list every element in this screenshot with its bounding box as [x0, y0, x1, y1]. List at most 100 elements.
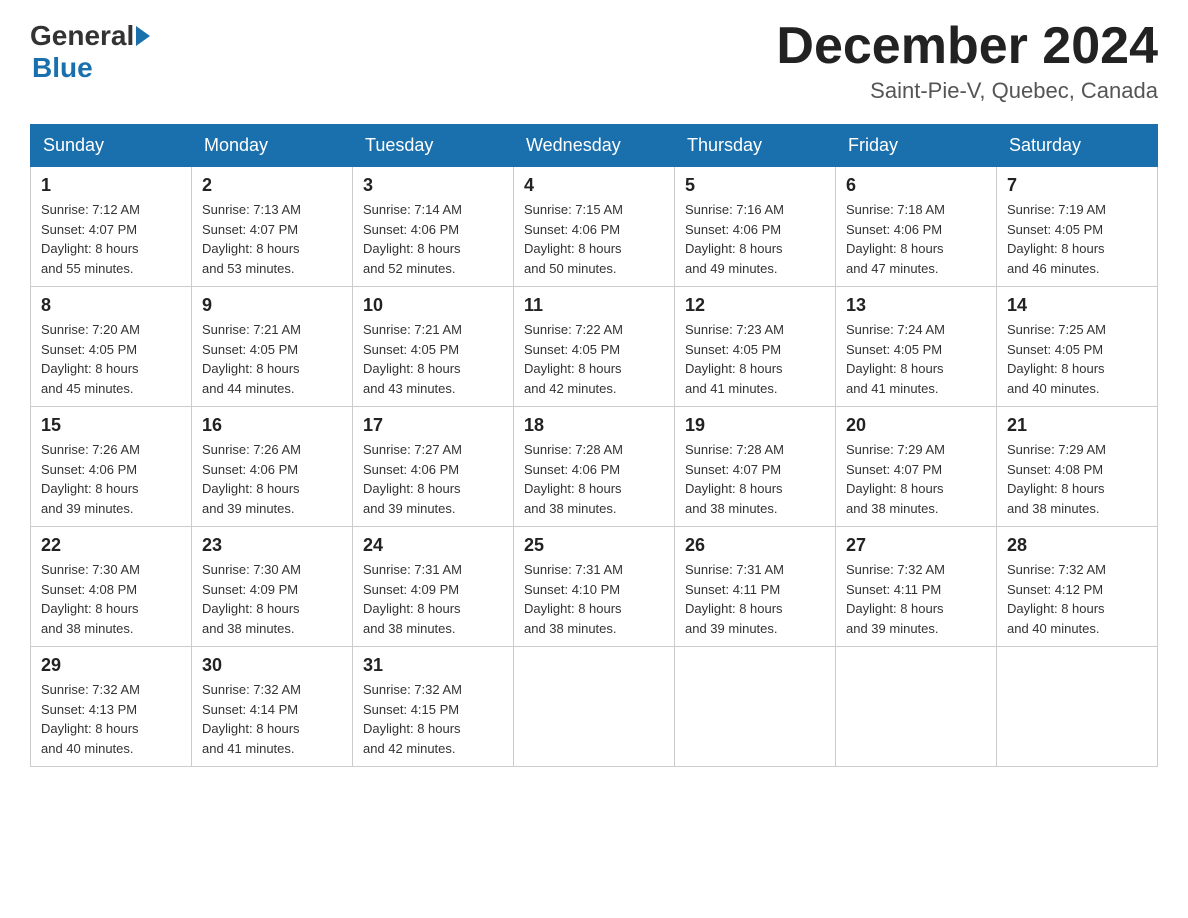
day-cell-17: 17Sunrise: 7:27 AMSunset: 4:06 PMDayligh… — [353, 407, 514, 527]
day-number: 5 — [685, 175, 825, 196]
day-info: Sunrise: 7:28 AMSunset: 4:06 PMDaylight:… — [524, 440, 664, 518]
day-cell-23: 23Sunrise: 7:30 AMSunset: 4:09 PMDayligh… — [192, 527, 353, 647]
day-number: 19 — [685, 415, 825, 436]
day-info: Sunrise: 7:12 AMSunset: 4:07 PMDaylight:… — [41, 200, 181, 278]
day-cell-24: 24 Sunrise: 7:31 AMSunset: 4:09 PMDayligh… — [353, 527, 514, 647]
day-info: Sunrise: 7:32 AMSunset: 4:11 PMDaylight:… — [846, 560, 986, 638]
weekday-header-tuesday: Tuesday — [353, 125, 514, 167]
day-number: 29 — [41, 655, 181, 676]
day-info: Sunrise: 7:25 AMSunset: 4:05 PMDaylight:… — [1007, 320, 1147, 398]
day-cell-31: 31 Sunrise: 7:32 AMSunset: 4:15 PMDayligh… — [353, 647, 514, 767]
day-number: 12 — [685, 295, 825, 316]
day-cell-8: 8 Sunrise: 7:20 AMSunset: 4:05 PMDaylight… — [31, 287, 192, 407]
day-cell-9: 9 Sunrise: 7:21 AMSunset: 4:05 PMDaylight… — [192, 287, 353, 407]
day-info: Sunrise: 7:19 AMSunset: 4:05 PMDaylight:… — [1007, 200, 1147, 278]
day-cell-4: 4 Sunrise: 7:15 AMSunset: 4:06 PMDaylight… — [514, 167, 675, 287]
day-number: 22 — [41, 535, 181, 556]
day-info: Sunrise: 7:32 AMSunset: 4:12 PMDaylight:… — [1007, 560, 1147, 638]
day-cell-25: 25 Sunrise: 7:31 AMSunset: 4:10 PMDayligh… — [514, 527, 675, 647]
day-cell-19: 19 Sunrise: 7:28 AMSunset: 4:07 PMDayligh… — [675, 407, 836, 527]
day-cell-18: 18 Sunrise: 7:28 AMSunset: 4:06 PMDayligh… — [514, 407, 675, 527]
week-row-3: 15 Sunrise: 7:26 AMSunset: 4:06 PMDayligh… — [31, 407, 1158, 527]
day-info: Sunrise: 7:26 AMSunset: 4:06 PMDaylight:… — [202, 440, 342, 518]
day-info: Sunrise: 7:22 AMSunset: 4:05 PMDaylight:… — [524, 320, 664, 398]
weekday-header-thursday: Thursday — [675, 125, 836, 167]
day-cell-22: 22 Sunrise: 7:30 AMSunset: 4:08 PMDayligh… — [31, 527, 192, 647]
day-number: 13 — [846, 295, 986, 316]
day-number: 9 — [202, 295, 342, 316]
empty-cell — [836, 647, 997, 767]
day-number: 8 — [41, 295, 181, 316]
day-info: Sunrise: 7:13 AMSunset: 4:07 PMDaylight:… — [202, 200, 342, 278]
day-cell-5: 5 Sunrise: 7:16 AMSunset: 4:06 PMDaylight… — [675, 167, 836, 287]
logo-general-text: General — [30, 20, 134, 52]
weekday-header-monday: Monday — [192, 125, 353, 167]
day-number: 18 — [524, 415, 664, 436]
empty-cell — [675, 647, 836, 767]
calendar-header: SundayMondayTuesdayWednesdayThursdayFrid… — [31, 125, 1158, 167]
day-info: Sunrise: 7:29 AMSunset: 4:07 PMDaylight:… — [846, 440, 986, 518]
day-number: 31 — [363, 655, 503, 676]
day-cell-12: 12 Sunrise: 7:23 AMSunset: 4:05 PMDayligh… — [675, 287, 836, 407]
day-info: Sunrise: 7:30 AMSunset: 4:08 PMDaylight:… — [41, 560, 181, 638]
day-cell-30: 30Sunrise: 7:32 AMSunset: 4:14 PMDayligh… — [192, 647, 353, 767]
day-number: 24 — [363, 535, 503, 556]
day-info: Sunrise: 7:32 AMSunset: 4:15 PMDaylight:… — [363, 680, 503, 758]
week-row-4: 22 Sunrise: 7:30 AMSunset: 4:08 PMDayligh… — [31, 527, 1158, 647]
day-info: Sunrise: 7:21 AMSunset: 4:05 PMDaylight:… — [202, 320, 342, 398]
day-number: 16 — [202, 415, 342, 436]
day-cell-15: 15 Sunrise: 7:26 AMSunset: 4:06 PMDayligh… — [31, 407, 192, 527]
day-cell-20: 20 Sunrise: 7:29 AMSunset: 4:07 PMDayligh… — [836, 407, 997, 527]
day-info: Sunrise: 7:31 AMSunset: 4:11 PMDaylight:… — [685, 560, 825, 638]
empty-cell — [514, 647, 675, 767]
day-number: 17 — [363, 415, 503, 436]
week-row-1: 1Sunrise: 7:12 AMSunset: 4:07 PMDaylight… — [31, 167, 1158, 287]
day-info: Sunrise: 7:14 AMSunset: 4:06 PMDaylight:… — [363, 200, 503, 278]
day-number: 23 — [202, 535, 342, 556]
weekday-header-friday: Friday — [836, 125, 997, 167]
day-cell-13: 13 Sunrise: 7:24 AMSunset: 4:05 PMDayligh… — [836, 287, 997, 407]
day-cell-16: 16 Sunrise: 7:26 AMSunset: 4:06 PMDayligh… — [192, 407, 353, 527]
day-number: 21 — [1007, 415, 1147, 436]
day-cell-14: 14 Sunrise: 7:25 AMSunset: 4:05 PMDayligh… — [997, 287, 1158, 407]
day-cell-28: 28 Sunrise: 7:32 AMSunset: 4:12 PMDayligh… — [997, 527, 1158, 647]
day-cell-29: 29 Sunrise: 7:32 AMSunset: 4:13 PMDayligh… — [31, 647, 192, 767]
day-info: Sunrise: 7:21 AMSunset: 4:05 PMDaylight:… — [363, 320, 503, 398]
day-number: 28 — [1007, 535, 1147, 556]
weekday-header-sunday: Sunday — [31, 125, 192, 167]
day-info: Sunrise: 7:29 AMSunset: 4:08 PMDaylight:… — [1007, 440, 1147, 518]
day-cell-21: 21 Sunrise: 7:29 AMSunset: 4:08 PMDayligh… — [997, 407, 1158, 527]
month-title: December 2024 — [776, 20, 1158, 72]
day-info: Sunrise: 7:32 AMSunset: 4:13 PMDaylight:… — [41, 680, 181, 758]
day-info: Sunrise: 7:26 AMSunset: 4:06 PMDaylight:… — [41, 440, 181, 518]
title-block: December 2024 Saint-Pie-V, Quebec, Canad… — [776, 20, 1158, 104]
day-number: 25 — [524, 535, 664, 556]
day-info: Sunrise: 7:16 AMSunset: 4:06 PMDaylight:… — [685, 200, 825, 278]
day-number: 14 — [1007, 295, 1147, 316]
day-number: 15 — [41, 415, 181, 436]
day-cell-27: 27 Sunrise: 7:32 AMSunset: 4:11 PMDayligh… — [836, 527, 997, 647]
day-cell-11: 11Sunrise: 7:22 AMSunset: 4:05 PMDayligh… — [514, 287, 675, 407]
day-number: 4 — [524, 175, 664, 196]
logo-arrow-icon — [136, 26, 150, 46]
week-row-5: 29 Sunrise: 7:32 AMSunset: 4:13 PMDayligh… — [31, 647, 1158, 767]
day-cell-7: 7Sunrise: 7:19 AMSunset: 4:05 PMDaylight… — [997, 167, 1158, 287]
day-cell-2: 2 Sunrise: 7:13 AMSunset: 4:07 PMDaylight… — [192, 167, 353, 287]
day-cell-1: 1Sunrise: 7:12 AMSunset: 4:07 PMDaylight… — [31, 167, 192, 287]
empty-cell — [997, 647, 1158, 767]
day-info: Sunrise: 7:15 AMSunset: 4:06 PMDaylight:… — [524, 200, 664, 278]
day-cell-6: 6Sunrise: 7:18 AMSunset: 4:06 PMDaylight… — [836, 167, 997, 287]
day-info: Sunrise: 7:23 AMSunset: 4:05 PMDaylight:… — [685, 320, 825, 398]
location: Saint-Pie-V, Quebec, Canada — [776, 78, 1158, 104]
day-number: 20 — [846, 415, 986, 436]
logo-blue-text: Blue — [32, 52, 93, 83]
day-number: 27 — [846, 535, 986, 556]
page-header: General Blue December 2024 Saint-Pie-V, … — [30, 20, 1158, 104]
day-info: Sunrise: 7:24 AMSunset: 4:05 PMDaylight:… — [846, 320, 986, 398]
day-info: Sunrise: 7:28 AMSunset: 4:07 PMDaylight:… — [685, 440, 825, 518]
day-info: Sunrise: 7:20 AMSunset: 4:05 PMDaylight:… — [41, 320, 181, 398]
day-info: Sunrise: 7:31 AMSunset: 4:09 PMDaylight:… — [363, 560, 503, 638]
day-number: 2 — [202, 175, 342, 196]
day-info: Sunrise: 7:31 AMSunset: 4:10 PMDaylight:… — [524, 560, 664, 638]
logo: General Blue — [30, 20, 152, 84]
